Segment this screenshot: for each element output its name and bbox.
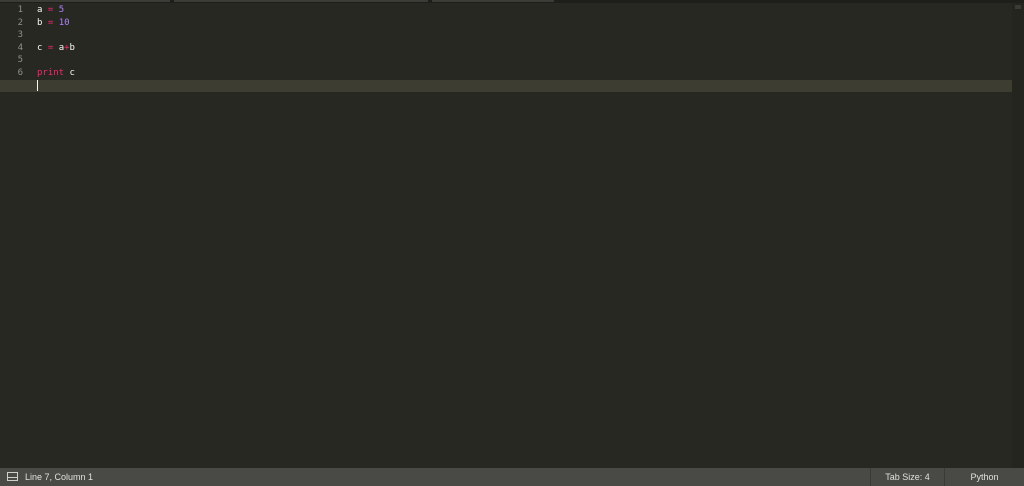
tab-indicator[interactable] [174, 0, 428, 2]
line-number: 2 [17, 17, 23, 28]
code-token: c [69, 67, 75, 78]
line-number: 6 [17, 67, 23, 78]
code-editor[interactable]: 1234567 a = 5b = 10 c = a+b print c [0, 3, 1012, 468]
tab-size-selector[interactable]: Tab Size: 4 [871, 468, 944, 486]
tab-indicator[interactable] [0, 0, 170, 2]
editor-window: 1234567 a = 5b = 10 c = a+b print c Line 7… [0, 0, 1024, 486]
code-token: 10 [58, 17, 70, 28]
code-line[interactable] [37, 54, 1007, 67]
code-token: + [64, 42, 70, 53]
scrollbar-thumb[interactable] [1015, 5, 1021, 9]
panel-toggle-icon[interactable] [7, 472, 18, 481]
code-line[interactable]: c = a+b [37, 42, 1007, 55]
line-number: 1 [17, 5, 23, 15]
vertical-scrollbar[interactable] [1012, 3, 1024, 468]
code-token: b [69, 42, 75, 53]
cursor-position: Line 7, Column 1 [25, 472, 94, 482]
status-bar: Line 7, Column 1 Tab Size: 4 Python [0, 468, 1024, 486]
code-area[interactable]: a = 5b = 10 c = a+b print c [0, 3, 1012, 93]
text-cursor [37, 79, 38, 91]
code-line[interactable]: a = 5 [37, 4, 1007, 17]
code-line[interactable]: print c [37, 67, 1007, 80]
syntax-selector[interactable]: Python [945, 468, 1024, 486]
code-line[interactable] [0, 79, 1012, 93]
line-number: 5 [17, 55, 23, 66]
code-token: 5 [58, 5, 65, 15]
code-line[interactable] [37, 29, 1007, 42]
code-line[interactable]: b = 10 [37, 17, 1007, 30]
tab-indicator[interactable] [432, 0, 554, 2]
code-token: print [37, 67, 65, 78]
line-number: 4 [17, 42, 23, 53]
line-number: 3 [17, 30, 23, 41]
